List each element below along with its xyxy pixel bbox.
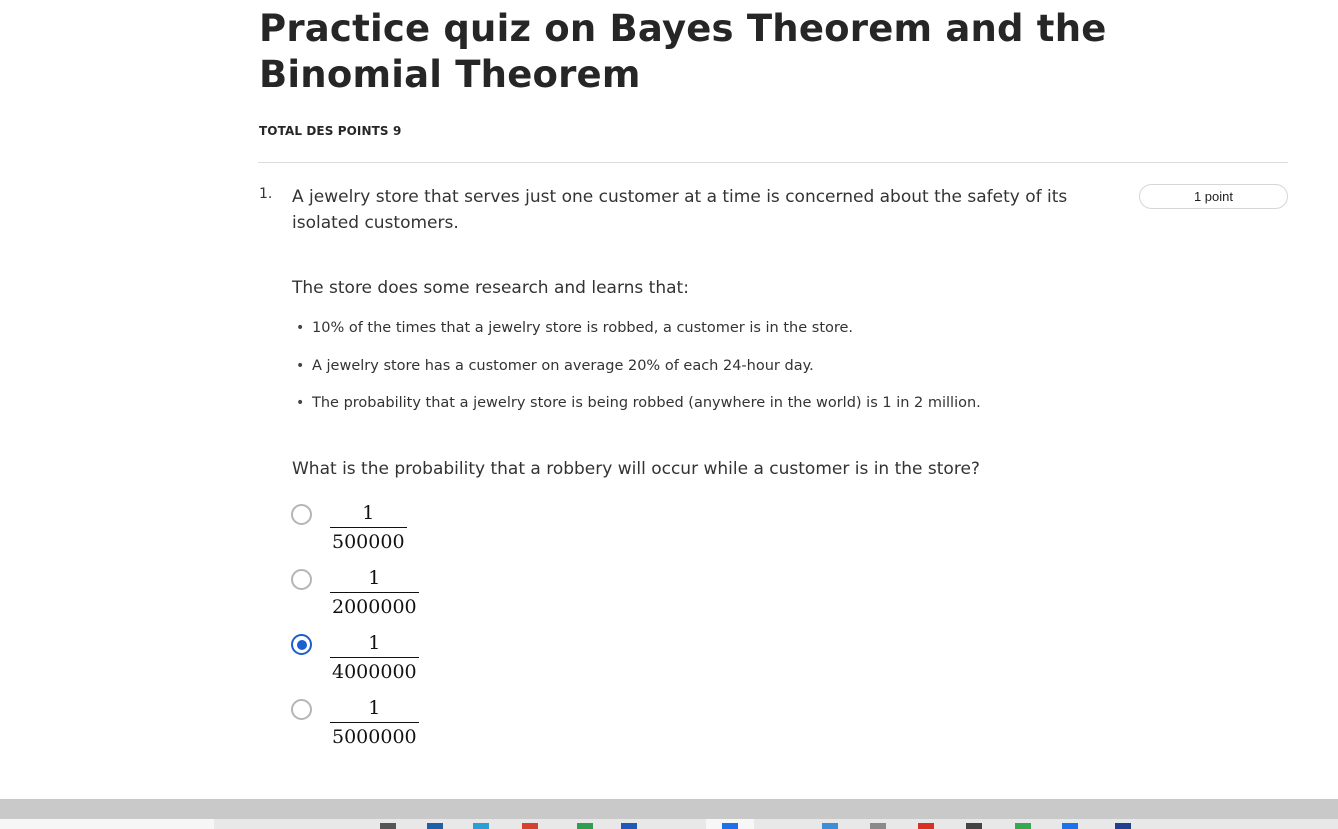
- quiz-page: Practice quiz on Bayes Theorem and the B…: [0, 0, 1338, 829]
- fraction-numerator: 1: [368, 697, 381, 719]
- fraction-denominator: 4000000: [332, 661, 417, 683]
- fraction-bar: [330, 722, 419, 723]
- total-points-label: TOTAL DES POINTS 9: [259, 124, 402, 138]
- folder-icon[interactable]: [870, 823, 886, 829]
- taskbar-search-area[interactable]: [0, 819, 214, 829]
- bullet-icon: •: [296, 357, 305, 374]
- radio-button[interactable]: [291, 504, 312, 525]
- question-number: 1.: [259, 186, 273, 202]
- blue-square-icon[interactable]: [1062, 823, 1078, 829]
- page-title: Practice quiz on Bayes Theorem and the B…: [259, 7, 1107, 96]
- taskbar: [0, 819, 1338, 829]
- fraction-denominator: 2000000: [332, 596, 417, 618]
- bullet-icon: •: [296, 320, 305, 336]
- fraction-denominator: 5000000: [332, 726, 417, 748]
- bottom-band: [0, 799, 1338, 819]
- fraction-numerator: 1: [368, 632, 381, 654]
- answer-option-3[interactable]: 1 4000000: [291, 630, 491, 690]
- green-circle-icon[interactable]: [1015, 823, 1031, 829]
- pen-icon[interactable]: [380, 823, 396, 829]
- fraction-numerator: 1: [362, 502, 375, 524]
- fraction-bar: [330, 657, 419, 658]
- fraction: 1 2000000: [330, 565, 419, 619]
- answer-option-1[interactable]: 1 500000: [291, 500, 491, 560]
- fraction: 1 5000000: [330, 695, 419, 749]
- fact-text: 10% of the times that a jewelry store is…: [312, 320, 854, 336]
- word-app-icon[interactable]: [621, 823, 637, 829]
- fraction-denominator: 500000: [332, 531, 405, 553]
- navy-app-icon[interactable]: [1115, 823, 1131, 829]
- facts-list: • 10% of the times that a jewelry store …: [296, 318, 981, 431]
- green-app-icon[interactable]: [577, 823, 593, 829]
- radio-button[interactable]: [291, 569, 312, 590]
- list-item: • The probability that a jewelry store i…: [296, 393, 981, 431]
- window-icon[interactable]: [966, 823, 982, 829]
- answer-option-4[interactable]: 1 5000000: [291, 695, 491, 755]
- fact-text: A jewelry store has a customer on averag…: [312, 357, 814, 374]
- mail-icon[interactable]: [822, 823, 838, 829]
- radio-button[interactable]: [291, 634, 312, 655]
- list-item: • 10% of the times that a jewelry store …: [296, 318, 981, 356]
- red-app-icon[interactable]: [522, 823, 538, 829]
- fraction-numerator: 1: [368, 567, 381, 589]
- list-item: • A jewelry store has a customer on aver…: [296, 356, 981, 394]
- answer-option-2[interactable]: 1 2000000: [291, 565, 491, 625]
- divider: [258, 162, 1288, 163]
- radio-button[interactable]: [291, 699, 312, 720]
- question-lead: The store does some research and learns …: [292, 278, 689, 298]
- question-intro: A jewelry store that serves just one cus…: [292, 187, 1068, 233]
- fraction-bar: [330, 592, 419, 593]
- red-circle-icon[interactable]: [918, 823, 934, 829]
- diamond-app-icon[interactable]: [427, 823, 443, 829]
- bullet-icon: •: [296, 395, 305, 411]
- fact-text: The probability that a jewelry store is …: [312, 395, 981, 411]
- points-badge: 1 point: [1139, 184, 1288, 209]
- browser-icon[interactable]: [722, 823, 738, 829]
- fraction: 1 4000000: [330, 630, 419, 684]
- fraction: 1 500000: [330, 500, 407, 554]
- blue-app-icon[interactable]: [473, 823, 489, 829]
- fraction-bar: [330, 527, 407, 528]
- question-prompt: What is the probability that a robbery w…: [292, 459, 980, 479]
